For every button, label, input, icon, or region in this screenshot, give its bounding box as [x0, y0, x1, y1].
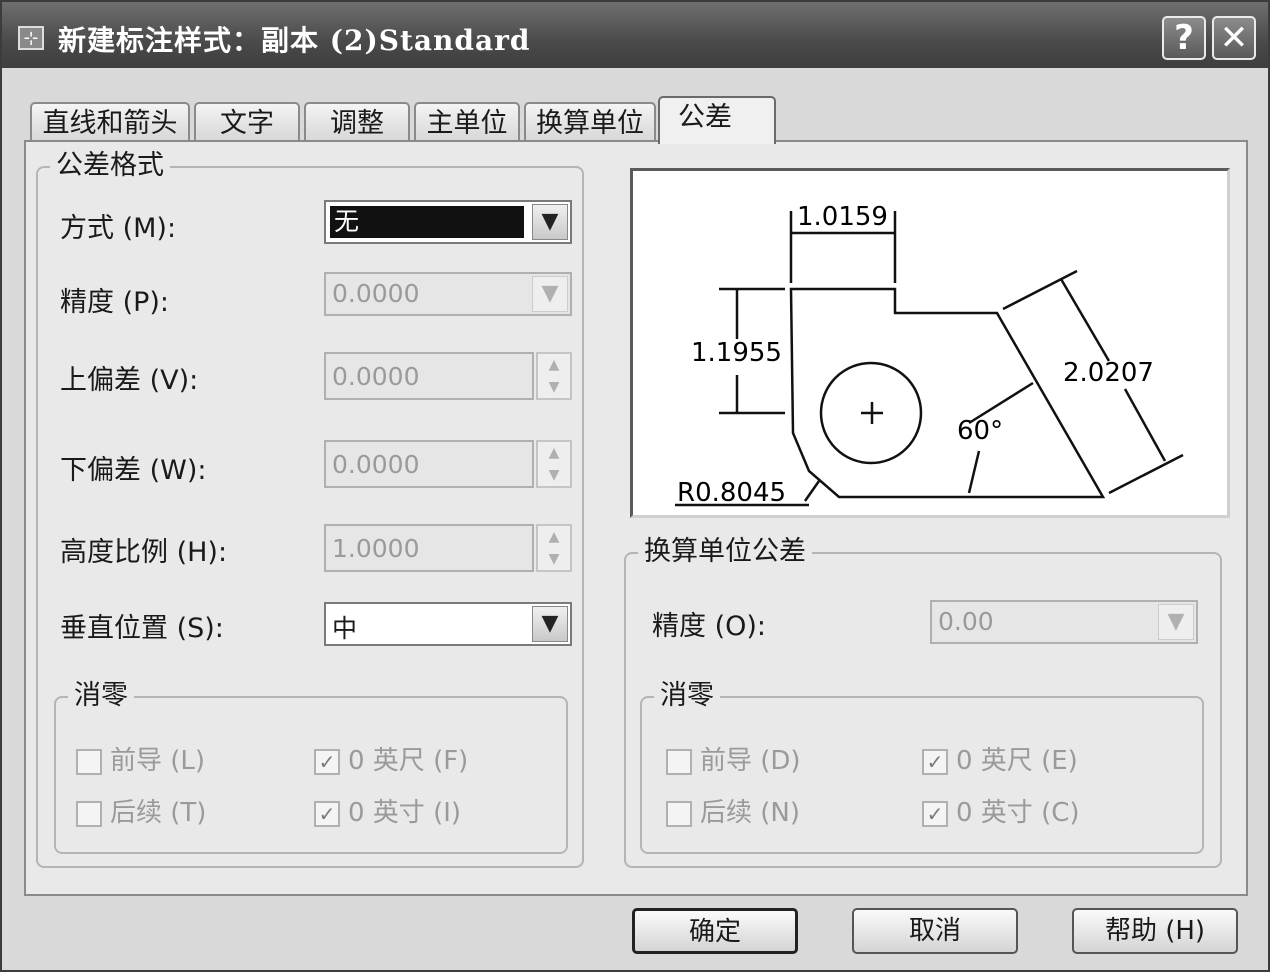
precision-value: 0.0000: [332, 279, 420, 308]
help-title-button[interactable]: ?: [1162, 16, 1206, 60]
alt-precision-label: 精度 (O):: [652, 611, 766, 642]
height-scale-value: 1.0000: [332, 534, 420, 563]
part-outline: [789, 287, 1106, 499]
chevron-down-icon[interactable]: ▼: [1158, 604, 1194, 640]
tab-alternate-units[interactable]: 换算单位: [524, 102, 656, 142]
precision-select[interactable]: 0.0000 ▼: [324, 272, 572, 316]
zero-feet-checkbox[interactable]: ✓ 0 英尺 (F): [314, 740, 468, 777]
lower-value-label: 下偏差 (W):: [60, 455, 207, 486]
dim-angle-text: 60°: [957, 416, 1003, 446]
checkmark-icon[interactable]: ✓: [922, 800, 948, 827]
precision-label: 精度 (P):: [60, 287, 170, 318]
checkbox-unchecked-icon[interactable]: [666, 748, 692, 775]
leading-label: 前导 (L): [110, 746, 206, 776]
leading-checkbox[interactable]: 前导 (L): [76, 740, 205, 777]
upper-value-label: 上偏差 (V):: [60, 365, 199, 396]
alt-trailing-checkbox[interactable]: 后续 (N): [666, 792, 800, 829]
alt-zero-inches-label: 0 英寸 (C): [956, 798, 1080, 828]
method-value: 无: [330, 206, 524, 238]
dialog-title: 新建标注样式：副本 (2)Standard: [58, 24, 531, 57]
chevron-down-icon[interactable]: ▼: [532, 606, 568, 642]
upper-value: 0.0000: [332, 362, 420, 391]
vertical-position-value: 中: [332, 614, 358, 643]
dim-radius-text: R0.8045: [677, 478, 786, 508]
tolerance-format-label: 公差格式: [50, 150, 170, 182]
alt-zero-feet-label: 0 英尺 (E): [956, 746, 1078, 776]
alt-precision-value: 0.00: [938, 607, 994, 636]
alt-zero-feet-checkbox[interactable]: ✓ 0 英尺 (E): [922, 740, 1078, 777]
alt-leading-label: 前导 (D): [700, 746, 801, 776]
tab-tolerances[interactable]: 公差: [658, 96, 776, 144]
lower-value: 0.0000: [332, 450, 420, 479]
title-bar[interactable]: ⊹ 新建标注样式：副本 (2)Standard ? ✕: [2, 2, 1268, 68]
method-select[interactable]: 无 ▼: [324, 200, 572, 244]
lower-value-box: 0.0000: [324, 440, 534, 488]
spinner-arrows-icon[interactable]: ▲ ▼: [536, 352, 572, 400]
zero-suppression-group: 消零 前导 (L) 后续 (T) ✓ 0 英尺 (F) ✓ 0 英寸 (I): [54, 680, 568, 854]
alt-unit-tolerance-group: 换算单位公差 精度 (O): 0.00 ▼ 消零 前导 (D) 后续 (N) ✓…: [624, 536, 1222, 868]
checkbox-unchecked-icon[interactable]: [666, 800, 692, 827]
dimension-preview-drawing: 1.0159 1.1955 2.0207 60° R0.8045: [675, 202, 1184, 508]
alt-zero-suppression-label: 消零: [654, 680, 720, 712]
dim-top-text: 1.0159: [797, 202, 888, 232]
dim-diag-text: 2.0207: [1063, 358, 1154, 388]
zero-feet-label: 0 英尺 (F): [348, 746, 469, 776]
zero-inches-label: 0 英寸 (I): [348, 798, 462, 828]
tab-lines-arrows[interactable]: 直线和箭头: [30, 102, 190, 142]
close-button[interactable]: ✕: [1212, 16, 1256, 60]
preview-area: 1.0159 1.1955 2.0207 60° R0.8045: [630, 168, 1230, 518]
tab-primary-units[interactable]: 主单位: [414, 102, 520, 142]
tab-text[interactable]: 文字: [194, 102, 300, 142]
dim-style-icon: ⊹: [18, 26, 44, 50]
height-scale-label: 高度比例 (H):: [60, 537, 228, 568]
chevron-down-icon[interactable]: ▼: [532, 276, 568, 312]
alt-zero-suppression-group: 消零 前导 (D) 后续 (N) ✓ 0 英尺 (E) ✓ 0 英寸 (C): [640, 680, 1204, 854]
alt-unit-tolerance-label: 换算单位公差: [638, 536, 812, 568]
alt-leading-checkbox[interactable]: 前导 (D): [666, 740, 801, 777]
chevron-down-icon[interactable]: ▼: [532, 204, 568, 240]
upper-value-box: 0.0000: [324, 352, 534, 400]
spinner-arrows-icon[interactable]: ▲ ▼: [536, 440, 572, 488]
ok-button[interactable]: 确定: [632, 908, 798, 954]
tolerances-panel: 公差格式 方式 (M): 无 ▼ 精度 (P): 0.0000 ▼ 上偏差 (V…: [24, 140, 1248, 896]
help-button[interactable]: 帮助 (H): [1072, 908, 1238, 954]
dim-left-text: 1.1955: [691, 338, 782, 368]
alt-zero-inches-checkbox[interactable]: ✓ 0 英寸 (C): [922, 792, 1080, 829]
tab-fit[interactable]: 调整: [304, 102, 410, 142]
cancel-button[interactable]: 取消: [852, 908, 1018, 954]
spinner-arrows-icon[interactable]: ▲ ▼: [536, 524, 572, 572]
alt-precision-select[interactable]: 0.00 ▼: [930, 600, 1198, 644]
checkmark-icon[interactable]: ✓: [922, 748, 948, 775]
checkbox-unchecked-icon[interactable]: [76, 748, 102, 775]
trailing-checkbox[interactable]: 后续 (T): [76, 792, 206, 829]
zero-suppression-label: 消零: [68, 680, 134, 712]
vertical-position-select[interactable]: 中 ▼: [324, 602, 572, 646]
height-scale-box: 1.0000: [324, 524, 534, 572]
vertical-position-label: 垂直位置 (S):: [60, 613, 224, 644]
checkbox-unchecked-icon[interactable]: [76, 800, 102, 827]
method-label: 方式 (M):: [60, 213, 177, 244]
trailing-label: 后续 (T): [110, 798, 207, 828]
zero-inches-checkbox[interactable]: ✓ 0 英寸 (I): [314, 792, 461, 829]
checkmark-icon[interactable]: ✓: [314, 800, 340, 827]
checkmark-icon[interactable]: ✓: [314, 748, 340, 775]
tolerance-format-group: 公差格式 方式 (M): 无 ▼ 精度 (P): 0.0000 ▼ 上偏差 (V…: [36, 150, 584, 868]
alt-trailing-label: 后续 (N): [700, 798, 801, 828]
dimension-style-dialog: ⊹ 新建标注样式：副本 (2)Standard ? ✕ 直线和箭头 文字 调整 …: [0, 0, 1270, 972]
